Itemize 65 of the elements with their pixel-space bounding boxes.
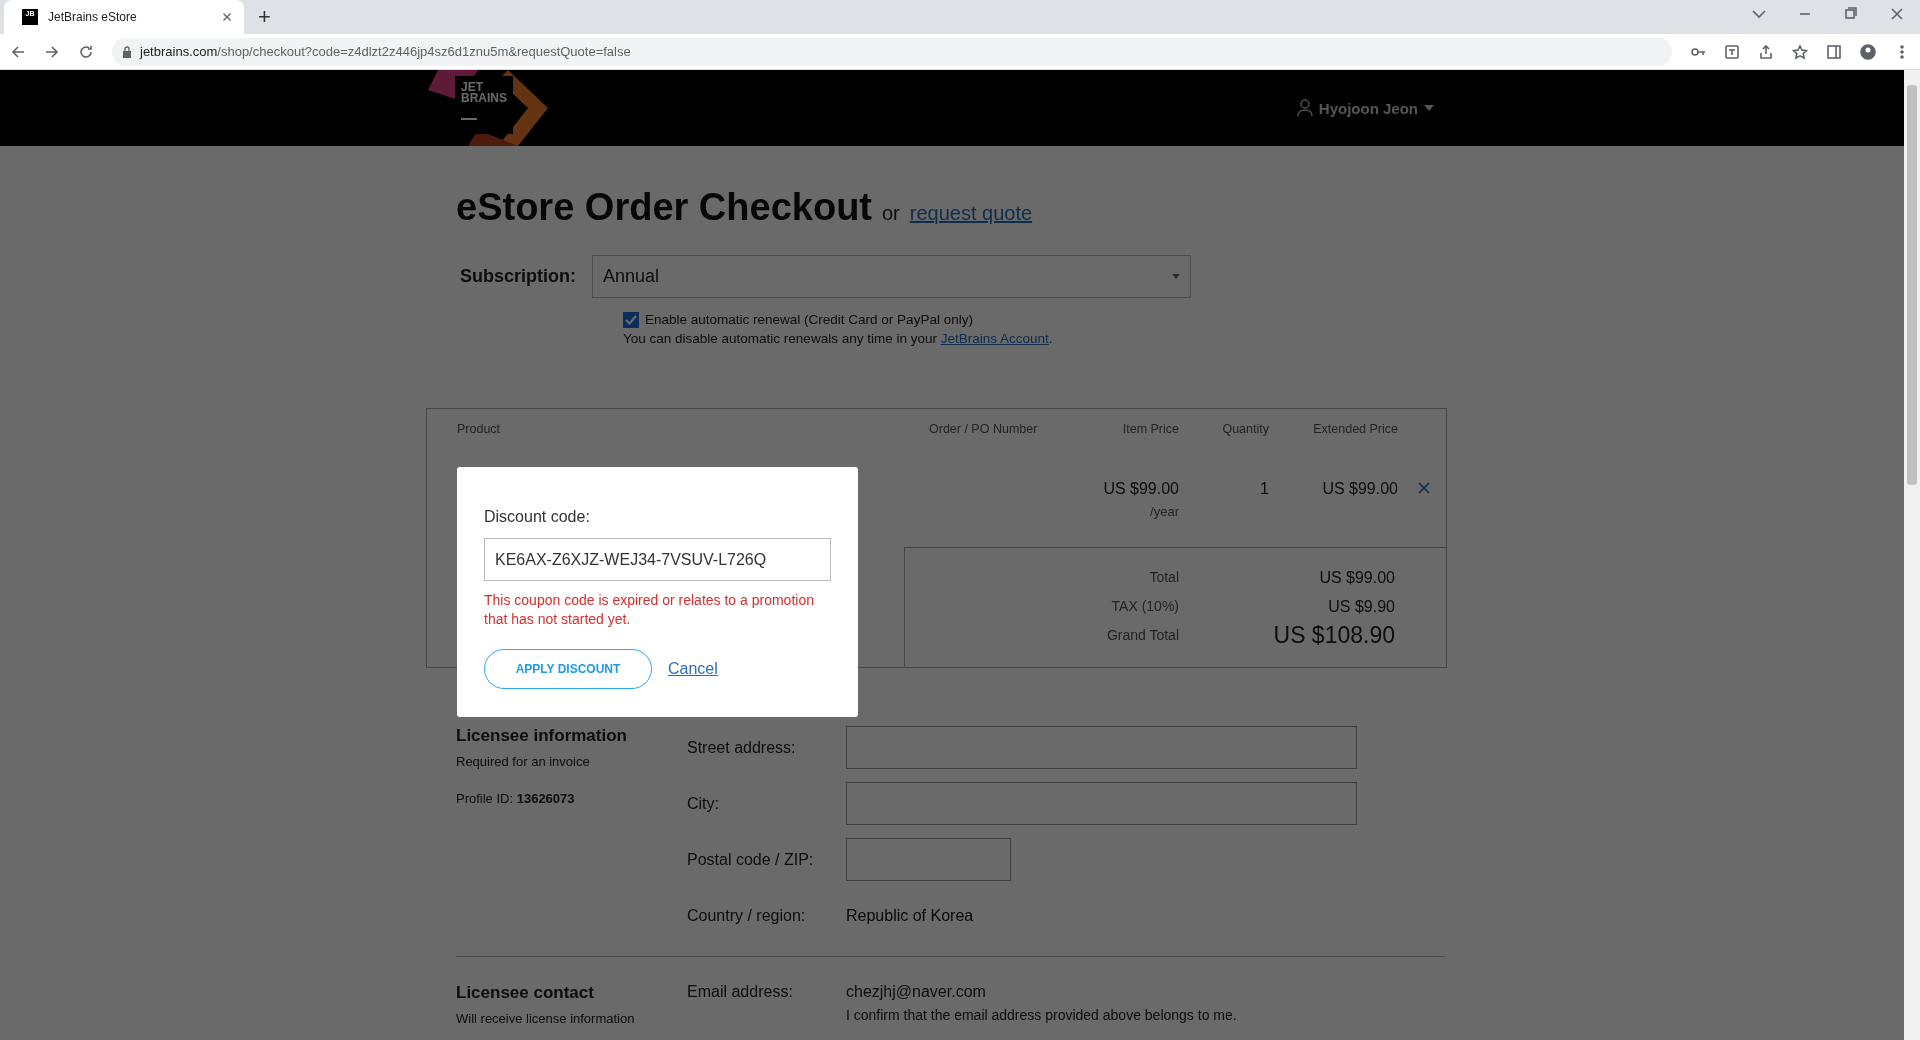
section-title: Licensee contact bbox=[456, 983, 595, 1003]
item-price: US $99.00 bbox=[1102, 480, 1179, 498]
logo[interactable]: JET BRAINS bbox=[455, 76, 513, 134]
tab-title: JetBrains eStore bbox=[48, 10, 138, 24]
or-text: or bbox=[882, 202, 900, 225]
input-field[interactable] bbox=[846, 782, 1357, 825]
remove-icon[interactable] bbox=[1417, 482, 1430, 494]
input-field[interactable] bbox=[846, 726, 1357, 769]
profile-id: Profile ID: 13626073 bbox=[456, 791, 576, 806]
page-title: eStore Order Checkout bbox=[456, 186, 872, 229]
scrollbar[interactable] bbox=[1904, 70, 1920, 1040]
discount-label: Discount code: bbox=[484, 508, 591, 526]
request-quote-link[interactable]: request quote bbox=[909, 202, 1033, 225]
side-panel-icon[interactable] bbox=[1826, 43, 1842, 60]
section-subtitle: Will receive license information bbox=[456, 1011, 636, 1026]
auto-renewal-checkbox[interactable] bbox=[623, 311, 639, 328]
total-value: US $99.00 bbox=[1319, 569, 1395, 586]
confirm-text: I confirm that the email address provided above belongs to me. bbox=[846, 1007, 1238, 1023]
column-header: Quantity bbox=[1222, 422, 1269, 436]
column-header: Item Price bbox=[1122, 422, 1179, 436]
user-icon bbox=[1296, 99, 1313, 117]
field-value: Republic of Korea bbox=[846, 906, 974, 925]
extended-price: US $99.00 bbox=[1322, 480, 1398, 497]
user-menu[interactable]: Hyojoon Jeon bbox=[1296, 99, 1434, 117]
column-header: Extended Price bbox=[1313, 422, 1398, 436]
account-link[interactable]: JetBrains Account bbox=[940, 331, 1049, 346]
subscription-label: Subscription: bbox=[459, 266, 577, 287]
input-field[interactable] bbox=[846, 838, 1011, 881]
total-label: TAX (10%) bbox=[1111, 598, 1179, 614]
forward-arrow-icon[interactable] bbox=[44, 43, 60, 60]
total-value: US $9.90 bbox=[1328, 598, 1395, 615]
field-label: City: bbox=[687, 794, 720, 813]
email-value: chezjhj@naver.com bbox=[846, 983, 987, 1001]
price-period: /year bbox=[1149, 504, 1179, 519]
field-label: Country / region: bbox=[687, 906, 807, 925]
translate-icon[interactable] bbox=[1724, 43, 1740, 60]
section-subtitle: Required for an invoice bbox=[456, 754, 591, 769]
cancel-link[interactable]: Cancel bbox=[668, 660, 718, 678]
renewal-note: You can disable automatic renewals any time in your JetBrains Account. bbox=[623, 330, 1054, 348]
error-message: This coupon code is expired or relates to a promotion that has not started yet. bbox=[484, 591, 815, 629]
column-header: Order / PO Number bbox=[929, 422, 1038, 436]
quantity: 1 bbox=[1260, 480, 1269, 497]
profile-icon[interactable] bbox=[1860, 43, 1876, 60]
field-label: Email address: bbox=[687, 983, 794, 1002]
field-label: Postal code / ZIP: bbox=[687, 850, 815, 869]
subscription-dropdown[interactable]: Annual bbox=[592, 255, 1191, 298]
caret-icon bbox=[1424, 105, 1434, 111]
apply-discount-button[interactable]: APPLY DISCOUNT bbox=[484, 649, 652, 689]
section-title: Licensee information bbox=[456, 726, 628, 746]
discount-code-field[interactable]: KE6AX-Z6XJZ-WEJ34-7VSUV-L726Q bbox=[484, 538, 831, 581]
caret-icon bbox=[1172, 274, 1180, 279]
total-label: Total bbox=[1149, 569, 1179, 585]
url-text: jetbrains.com/shop/checkout?code=z4dlzt2z446jp4sz6d1znu5m&requestQuote=false bbox=[140, 44, 631, 59]
field-label: Street address: bbox=[687, 738, 797, 757]
address-bar[interactable]: jetbrains.com/shop/checkout?code=z4dlzt2z446jp4sz6d1znu5m&requestQuote=false bbox=[112, 37, 1672, 66]
back-arrow-icon[interactable] bbox=[10, 43, 26, 60]
total-label: Grand Total bbox=[1106, 627, 1179, 643]
lock-icon bbox=[122, 45, 132, 58]
share-icon[interactable] bbox=[1758, 43, 1774, 60]
new-tab-button[interactable]: + bbox=[258, 5, 271, 29]
star-icon[interactable] bbox=[1792, 43, 1808, 60]
auto-renewal-label: Enable automatic renewal (Credit Card or PayPal only) bbox=[645, 311, 973, 329]
reload-icon[interactable] bbox=[78, 43, 94, 60]
column-header: Product bbox=[457, 422, 501, 436]
total-value: US $108.90 bbox=[1273, 622, 1395, 648]
